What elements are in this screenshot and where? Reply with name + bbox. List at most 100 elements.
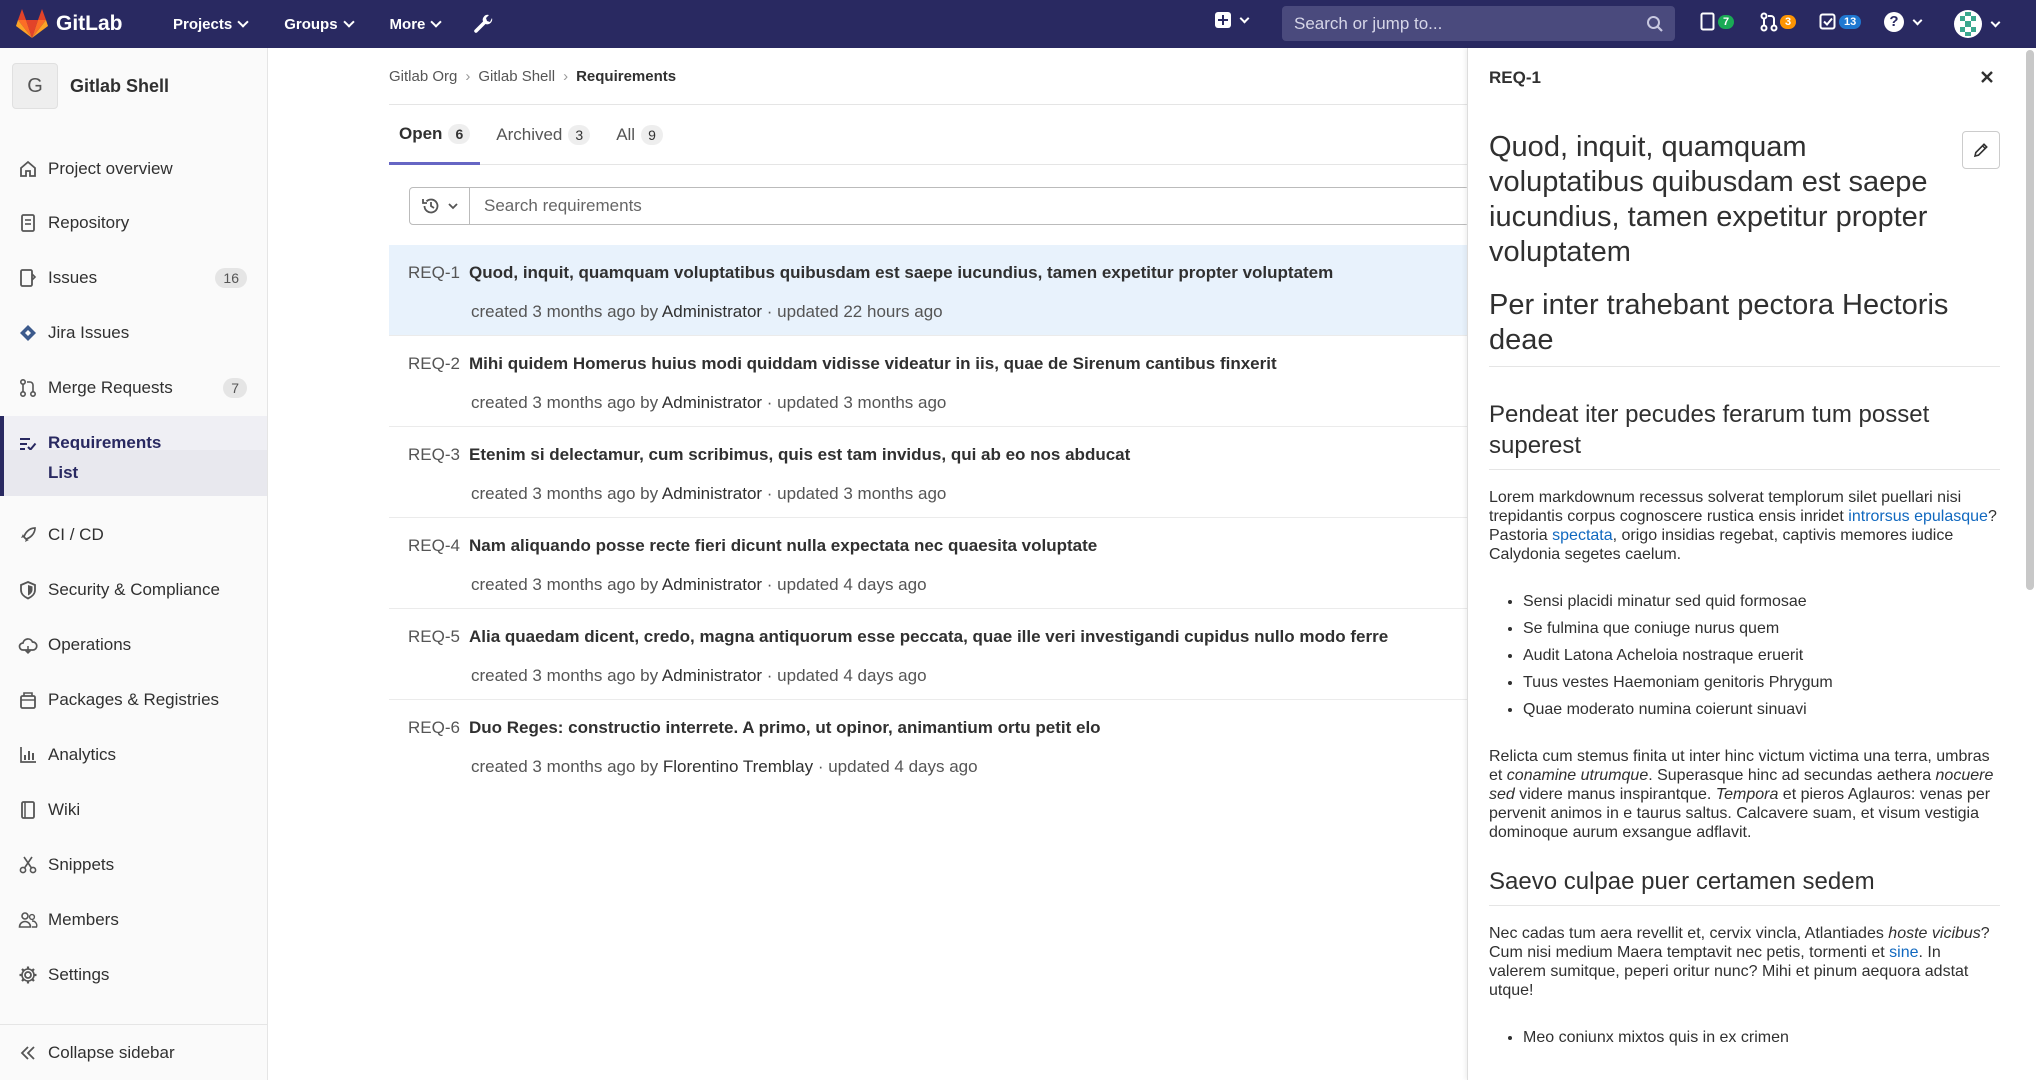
- author-link[interactable]: Administrator: [662, 302, 762, 321]
- breadcrumb-item[interactable]: Gitlab Org: [389, 68, 457, 85]
- projects-menu[interactable]: Projects: [173, 15, 249, 33]
- search-history-dropdown[interactable]: [410, 188, 470, 224]
- updated-text: · updated 4 days ago: [817, 757, 978, 776]
- sidebar-item-project-overview[interactable]: Project overview: [0, 142, 267, 196]
- sidebar-item-label: Issues: [48, 268, 98, 287]
- list-item[interactable]: REQ-2 Mihi quidem Homerus huius modi qui…: [389, 336, 1469, 427]
- edit-title-button[interactable]: [1962, 131, 2000, 169]
- sidebar-item-packages-registries[interactable]: Packages & Registries: [0, 673, 267, 727]
- sidebar-item-settings[interactable]: Settings: [0, 948, 267, 1002]
- author-link[interactable]: Administrator: [662, 666, 762, 685]
- groups-menu-label: Groups: [284, 15, 338, 33]
- projects-menu-label: Projects: [173, 15, 233, 33]
- paragraph-text: . Superasque hinc ad secundas aethera: [1648, 767, 1936, 784]
- doc-icon: [21, 214, 35, 232]
- emphasis-text: Tempora: [1715, 786, 1779, 803]
- list-item[interactable]: REQ-4 Nam aliquando posse recte fieri di…: [389, 518, 1469, 609]
- assigned-issues-counter[interactable]: 7: [1700, 12, 1735, 32]
- list-item[interactable]: REQ-1 Quod, inquit, quamquam voluptatibu…: [389, 245, 1469, 336]
- sidebar-item-label: Merge Requests: [48, 378, 173, 397]
- inline-link[interactable]: sine: [1889, 944, 1918, 961]
- project-header[interactable]: G Gitlab Shell: [0, 48, 267, 124]
- sidebar-item-repository[interactable]: Repository: [0, 196, 267, 250]
- project-avatar: G: [12, 63, 58, 109]
- list-bullet: Quae moderato numina coierunt sinuavi: [1523, 696, 2000, 723]
- list-item[interactable]: REQ-6 Duo Reges: constructio interrete. …: [389, 700, 1469, 791]
- more-menu[interactable]: More: [390, 16, 443, 33]
- sidebar-item-wiki[interactable]: Wiki: [0, 783, 267, 837]
- sidebar-item-merge-requests[interactable]: Merge Requests 7: [0, 361, 267, 415]
- chevron-down-icon: [1990, 17, 2001, 27]
- chevron-down-icon: [237, 16, 249, 28]
- collapse-sidebar-button[interactable]: Collapse sidebar: [0, 1024, 267, 1080]
- chevron-down-icon: [342, 16, 355, 28]
- author-link[interactable]: Administrator: [662, 484, 762, 503]
- users-icon: [18, 912, 38, 928]
- author-link[interactable]: Administrator: [662, 575, 762, 594]
- close-icon[interactable]: [1976, 66, 1998, 88]
- sidebar-item-label: Jira Issues: [48, 323, 130, 342]
- requirement-ref: REQ-4: [408, 536, 460, 555]
- description-paragraph: Lorem markdownum recessus solverat templ…: [1489, 488, 2000, 564]
- requirement-ref: REQ-5: [408, 627, 460, 646]
- list-item[interactable]: REQ-5 Alia quaedam dicent, credo, magna …: [389, 609, 1469, 700]
- search-requirements-input[interactable]: [470, 188, 1468, 224]
- new-item-dropdown[interactable]: [1215, 12, 1250, 28]
- requirement-title[interactable]: Quod, inquit, quamquam voluptatibus quib…: [469, 263, 1333, 283]
- requirement-title[interactable]: Etenim si delectamur, cum scribimus, qui…: [469, 445, 1130, 465]
- user-menu[interactable]: [1954, 10, 2001, 38]
- drawer-title: Quod, inquit, quamquam voluptatibus quib…: [1489, 131, 1928, 268]
- author-link[interactable]: Administrator: [662, 393, 762, 412]
- inline-link[interactable]: spectata: [1552, 527, 1612, 544]
- brand-name: GitLab: [56, 12, 123, 35]
- sidebar-subitem-list[interactable]: List: [0, 450, 267, 496]
- requirement-title[interactable]: Mihi quidem Homerus huius modi quiddam v…: [469, 354, 1277, 374]
- breadcrumb-item[interactable]: Gitlab Shell: [478, 68, 555, 85]
- tab-archived[interactable]: Archived 3: [486, 105, 600, 164]
- list-bullet: Audit Latona Acheloia nostraque eruerit: [1523, 642, 2000, 669]
- gitlab-home-link[interactable]: GitLab: [16, 9, 136, 39]
- merge-requests-counter[interactable]: 3: [1760, 12, 1797, 32]
- created-text: created 3 months ago by: [471, 757, 659, 776]
- requirement-title[interactable]: Duo Reges: constructio interrete. A prim…: [469, 718, 1101, 738]
- author-link[interactable]: Florentino Tremblay: [663, 757, 813, 776]
- chart-icon: [20, 747, 36, 763]
- project-name: Gitlab Shell: [70, 75, 170, 96]
- drawer-ref: REQ-1: [1489, 68, 1541, 87]
- sidebar-item-analytics[interactable]: Analytics: [0, 728, 267, 782]
- issues-icon: [1700, 12, 1715, 31]
- jira-icon: [20, 325, 36, 341]
- global-search[interactable]: [1282, 6, 1675, 41]
- requirement-meta: created 3 months ago by Administrator · …: [471, 484, 946, 504]
- tab-open[interactable]: Open 6: [389, 105, 481, 165]
- sidebar-item-issues[interactable]: Issues 16: [0, 251, 267, 305]
- sidebar-item-members[interactable]: Members: [0, 893, 267, 947]
- groups-menu[interactable]: Groups: [284, 15, 355, 33]
- sidebar-item-jira-issues[interactable]: Jira Issues: [0, 306, 267, 360]
- sidebar-item-ci-cd[interactable]: CI / CD: [0, 508, 267, 562]
- requirement-title[interactable]: Alia quaedam dicent, credo, magna antiqu…: [469, 627, 1388, 647]
- admin-wrench-icon[interactable]: [472, 12, 496, 36]
- gitlab-logo-icon: [16, 9, 48, 38]
- sidebar-item-label: Project overview: [48, 159, 173, 178]
- drawer-scrollbar[interactable]: [2026, 50, 2034, 590]
- requirement-title[interactable]: Nam aliquando posse recte fieri dicunt n…: [469, 536, 1097, 556]
- sidebar-item-security-compliance[interactable]: Security & Compliance: [0, 563, 267, 617]
- breadcrumb-current[interactable]: Requirements: [576, 68, 676, 85]
- tab-all[interactable]: All 9: [606, 105, 673, 164]
- plus-icon: [1215, 12, 1231, 28]
- sidebar-item-operations[interactable]: Operations: [0, 618, 267, 672]
- issues-icon: [20, 269, 37, 287]
- search-input[interactable]: [1294, 13, 1634, 34]
- sidebar-item-label: Settings: [48, 965, 110, 984]
- sidebar-item-snippets[interactable]: Snippets: [0, 838, 267, 892]
- sidebar-item-label: Security & Compliance: [48, 580, 220, 599]
- project-sidebar: G Gitlab Shell Project overview Reposito…: [0, 48, 268, 1080]
- list-item[interactable]: REQ-3 Etenim si delectamur, cum scribimu…: [389, 427, 1469, 518]
- help-menu[interactable]: ?: [1884, 12, 1923, 32]
- todos-counter[interactable]: 13: [1819, 12, 1862, 32]
- chevron-down-icon: [430, 16, 443, 28]
- inline-link[interactable]: introrsus epulasque: [1848, 508, 1988, 525]
- sidebar-item-label: Repository: [48, 213, 130, 232]
- list-bullet: Sensi placidi minatur sed quid formosae: [1523, 588, 2000, 615]
